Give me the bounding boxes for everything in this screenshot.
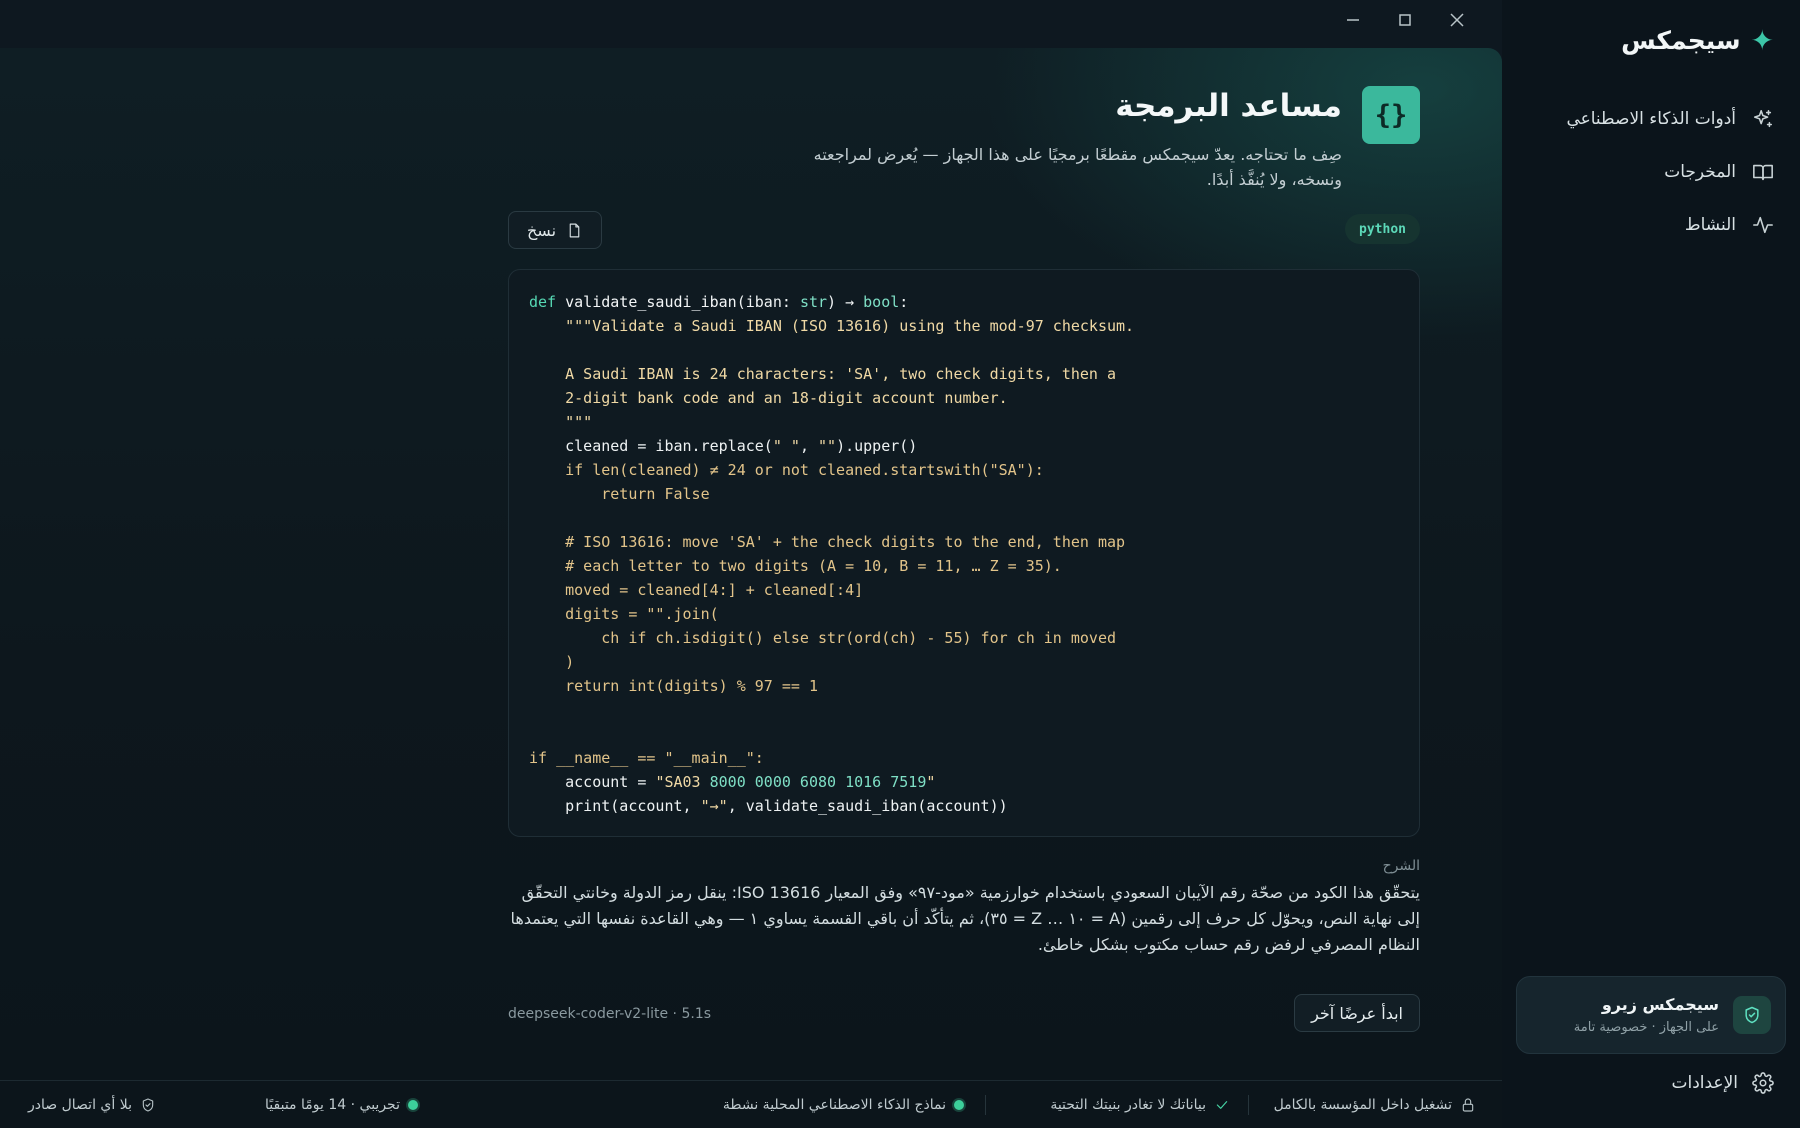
explanation-label: الشرح (1382, 858, 1420, 874)
code-content: def validate_saudi_iban(iban: str) → boo… (529, 293, 1135, 815)
shield-icon (142, 1098, 154, 1112)
status-bar: تشغيل داخل المؤسسة بالكامل بياناتك لا تغ… (0, 1080, 1502, 1128)
new-prompt-button[interactable]: ابدأ عرضًا آخر (1294, 994, 1420, 1032)
check-icon (1216, 1101, 1228, 1109)
code-block[interactable]: def validate_saudi_iban(iban: str) → boo… (508, 269, 1420, 837)
status-models-active-label: نماذج الذكاء الاصطناعي المحلية نشطة (722, 1097, 946, 1113)
status-data-stays: بياناتك لا تغادر بنيتك التحتية (1050, 1081, 1230, 1128)
sidebar-nav: أدوات الذكاء الاصطناعي المخرجات النشاط (1524, 92, 1774, 251)
language-badge: python (1345, 214, 1420, 244)
window-controls (1330, 0, 1480, 40)
code-braces-icon: {} (1362, 86, 1420, 144)
sparkles-icon (1753, 109, 1773, 127)
close-icon (1450, 13, 1464, 27)
status-trial: تجريبي · 14 يومًا متبقيًا (265, 1081, 418, 1128)
close-button[interactable] (1434, 1, 1480, 39)
minimize-button[interactable] (1330, 1, 1376, 39)
sidebar: سيجمكس ✦ أدوات الذكاء الاصطناعي المخرجات… (1502, 0, 1800, 1128)
status-no-outbound-label: بلا أي اتصال صادر (28, 1097, 132, 1113)
zero-mode-card[interactable]: سيجمكس زيرو على الجهاز · خصوصية تامة (1516, 976, 1786, 1054)
sidebar-item-label: النشاط (1684, 214, 1736, 235)
status-on-prem: تشغيل داخل المؤسسة بالكامل (1274, 1081, 1476, 1128)
status-divider (985, 1095, 986, 1115)
zero-card-text: سيجمكس زيرو على الجهاز · خصوصية تامة (1574, 995, 1719, 1035)
status-divider (1248, 1095, 1249, 1115)
zero-card-subtitle: على الجهاز · خصوصية تامة (1573, 1020, 1719, 1035)
minimize-icon (1347, 19, 1359, 21)
copy-label: نسخ (526, 220, 557, 240)
shield-check-icon (1733, 996, 1771, 1034)
main-panel: {} مساعد البرمجة صِف ما تحتاجه. يعدّ سيج… (0, 48, 1502, 1080)
brand: سيجمكس ✦ (1621, 26, 1774, 55)
copy-button[interactable]: نسخ (508, 211, 602, 249)
sidebar-item-label: أدوات الذكاء الاصطناعي (1566, 108, 1736, 129)
page-header: {} مساعد البرمجة صِف ما تحتاجه. يعدّ سيج… (720, 86, 1420, 196)
page-description: صِف ما تحتاجه. يعدّ سيجمكس مقطعًا برمجيً… (813, 145, 1342, 189)
status-dot (954, 1100, 964, 1110)
file-icon (569, 223, 580, 237)
status-data-stays-label: بياناتك لا تغادر بنيتك التحتية (1050, 1097, 1206, 1113)
zero-card-title: سيجمكس زيرو (1601, 995, 1719, 1014)
status-dot (408, 1100, 418, 1110)
brand-name: سيجمكس (1621, 26, 1741, 55)
activity-icon (1753, 216, 1773, 233)
maximize-button[interactable] (1382, 1, 1428, 39)
status-on-prem-label: تشغيل داخل المؤسسة بالكامل (1273, 1097, 1452, 1113)
lock-icon (1462, 1098, 1474, 1112)
gear-icon (1752, 1072, 1774, 1094)
book-icon (1753, 164, 1773, 180)
sidebar-item-outputs[interactable]: المخرجات (1524, 145, 1774, 198)
status-no-outbound: بلا أي اتصال صادر (28, 1081, 156, 1128)
sparkle-logo-icon: ✦ (1750, 23, 1774, 57)
status-models-active: نماذج الذكاء الاصطناعي المحلية نشطة (723, 1081, 964, 1128)
sidebar-item-ai-tools[interactable]: أدوات الذكاء الاصطناعي (1524, 92, 1774, 145)
sidebar-item-label: المخرجات (1664, 161, 1736, 182)
status-trial-label: تجريبي · 14 يومًا متبقيًا (265, 1097, 400, 1113)
maximize-icon (1399, 14, 1411, 26)
explanation-text: يتحقّق هذا الكود من صحّة رقم الآيبان الس… (510, 883, 1421, 954)
page-title: مساعد البرمجة (1115, 88, 1342, 124)
settings-label: الإعدادات (1671, 1073, 1738, 1093)
settings-button[interactable]: الإعدادات (1671, 1072, 1774, 1094)
sidebar-item-activity[interactable]: النشاط (1524, 198, 1774, 251)
model-meta: deepseek-coder-v2-lite · 5.1s (508, 1006, 712, 1022)
